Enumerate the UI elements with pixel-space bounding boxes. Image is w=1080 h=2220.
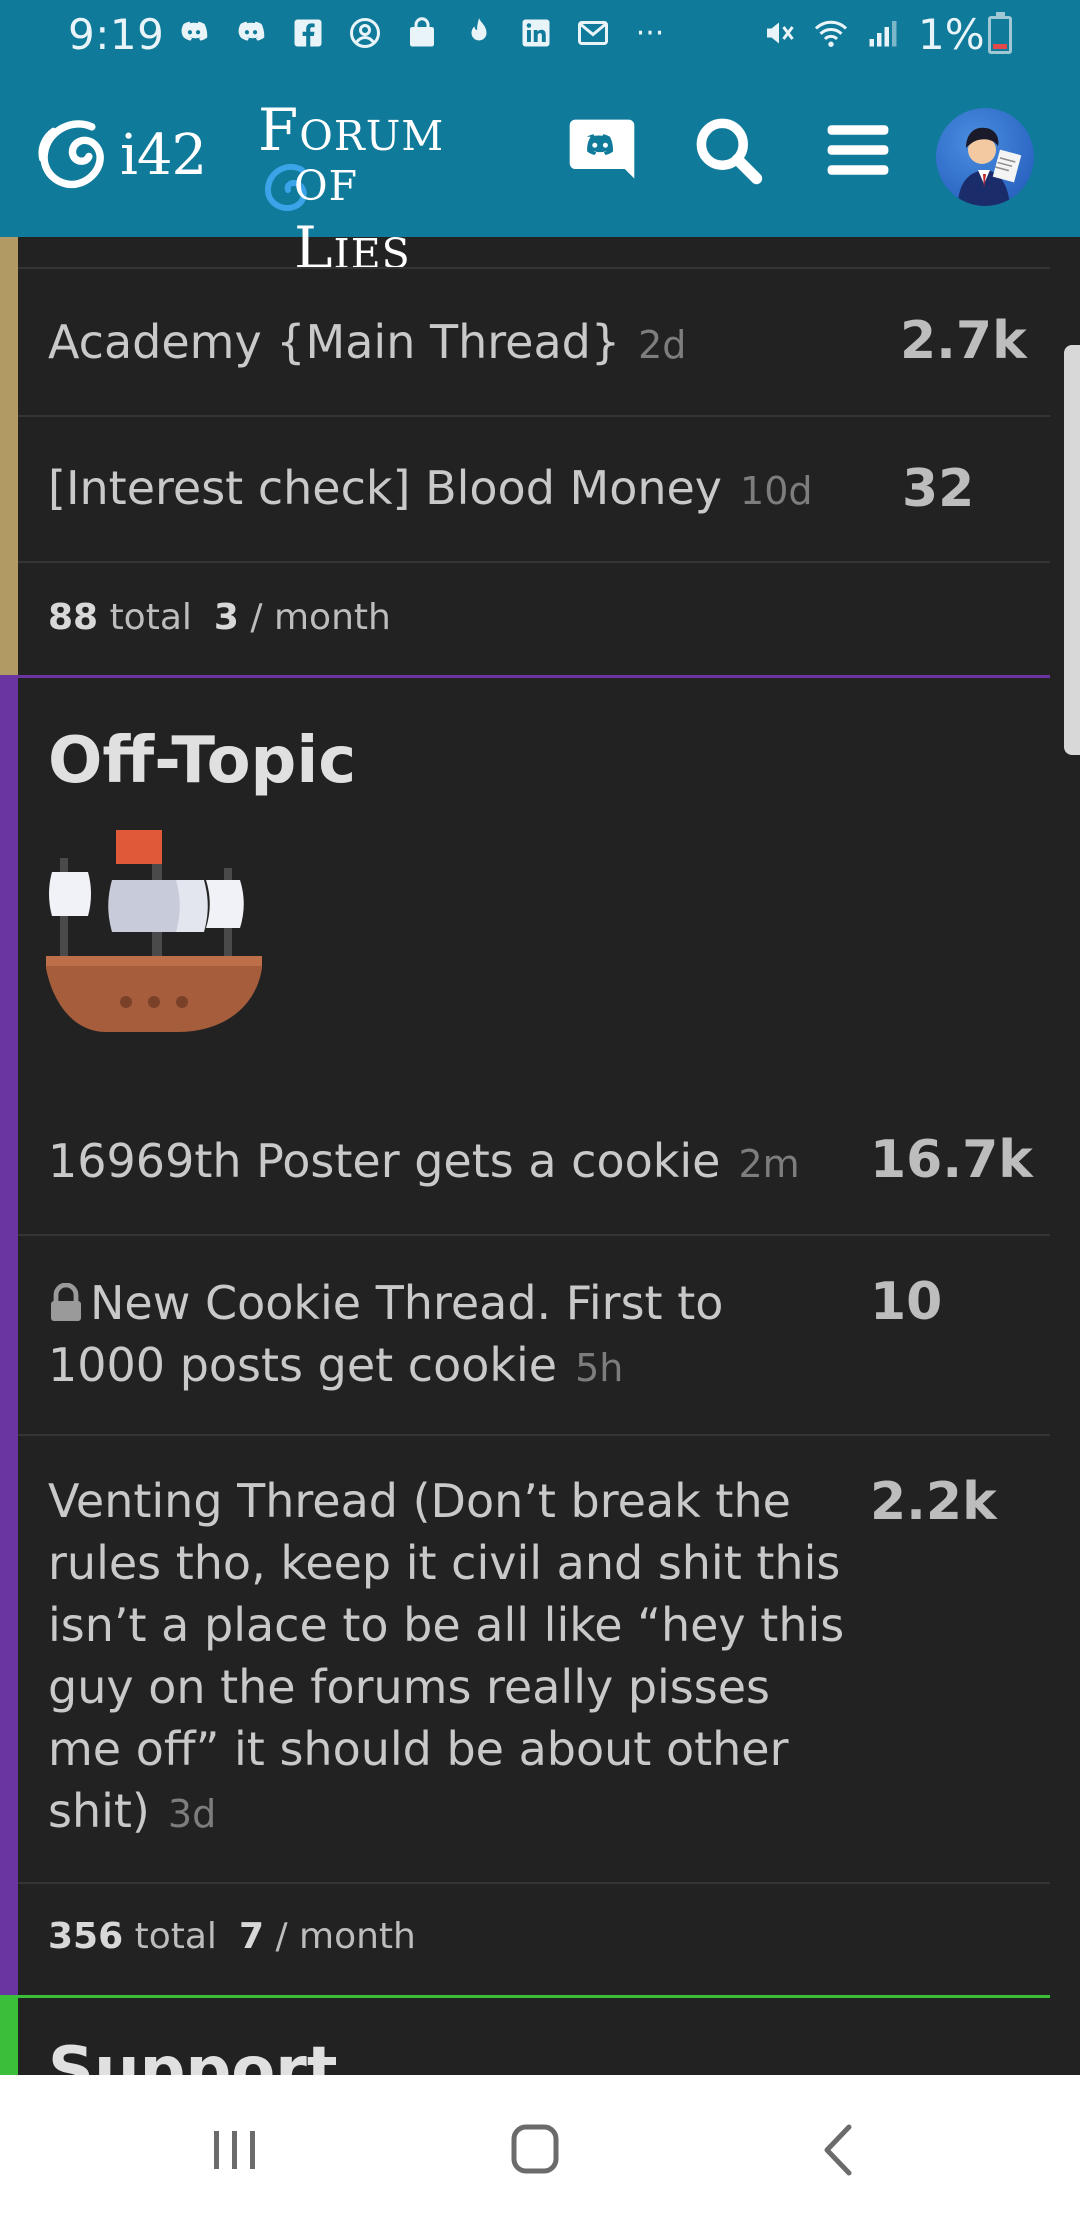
- category-stats: 88 total 3 / month: [48, 597, 391, 638]
- status-bar: 9:19 ··· 1%: [0, 0, 1080, 72]
- mute-icon: [760, 14, 798, 52]
- topic-post-count: 2.2k: [870, 1472, 997, 1532]
- topic-row[interactable]: Academy {Main Thread} 2d 2.7k: [18, 269, 1050, 417]
- back-button[interactable]: [805, 2115, 875, 2185]
- more-dots-icon: ···: [635, 15, 665, 51]
- system-icons: [760, 14, 916, 52]
- topic-post-count: 16.7k: [870, 1130, 1033, 1190]
- user-avatar[interactable]: [936, 108, 1034, 206]
- topic-post-count: 10: [870, 1272, 943, 1332]
- tinder-icon: [460, 14, 498, 52]
- topic-row[interactable]: New Cookie Thread. First to 1000 posts g…: [18, 1236, 1050, 1436]
- gmail-icon: [574, 14, 612, 52]
- battery-percent: 1%: [918, 10, 985, 59]
- topic-row[interactable]: 16969th Poster gets a cookie 2m 16.7k: [18, 1090, 1050, 1236]
- discord-button[interactable]: [562, 110, 642, 190]
- home-button[interactable]: [500, 2115, 570, 2185]
- facebook-icon: [289, 14, 327, 52]
- topic-age: 3d: [167, 1792, 217, 1836]
- battery-icon: [988, 12, 1012, 54]
- scrollbar[interactable]: [1064, 345, 1080, 755]
- ship-icon: [46, 830, 268, 1052]
- topic-post-count: 32: [902, 459, 975, 519]
- lawyer-avatar-icon: [958, 127, 1022, 206]
- hamburger-menu-icon: [827, 125, 889, 175]
- topic-age: 2m: [738, 1142, 800, 1186]
- back-chevron-icon: [824, 2124, 852, 2176]
- category-stats: 356 total 7 / month: [48, 1916, 416, 1957]
- topic-age: 2d: [638, 323, 687, 367]
- topic-age: 10d: [740, 469, 813, 513]
- category-stripe: [0, 237, 18, 675]
- recent-apps-icon: [214, 2131, 255, 2169]
- recent-apps-button[interactable]: [200, 2115, 270, 2185]
- topic-age: 5h: [575, 1346, 624, 1390]
- discord-icon: [232, 14, 270, 52]
- i42-logo[interactable]: i42: [32, 110, 232, 200]
- forum-of-lies-logo[interactable]: Forum of Lies: [258, 96, 488, 282]
- category-support: Support: [0, 1995, 1050, 2075]
- notification-icons: ···: [175, 14, 688, 52]
- signal-icon: [864, 14, 902, 52]
- messenger-icon: [346, 14, 384, 52]
- topic-title[interactable]: 16969th Poster gets a cookie 2m: [48, 1130, 800, 1195]
- category-title[interactable]: Support: [48, 2034, 337, 2075]
- search-button[interactable]: [688, 110, 768, 190]
- discord-icon: [175, 14, 213, 52]
- lock-icon: [48, 1276, 84, 1321]
- category-stripe: [0, 675, 18, 1995]
- topic-title[interactable]: [Interest check] Blood Money 10d: [48, 457, 813, 522]
- search-icon: [696, 118, 763, 185]
- discord-icon: [569, 119, 635, 179]
- i42-logo-text: i42: [120, 122, 207, 188]
- linkedin-icon: [517, 14, 555, 52]
- topic-title[interactable]: New Cookie Thread. First to 1000 posts g…: [48, 1272, 723, 1399]
- topic-row[interactable]: [Interest check] Blood Money 10d 32: [18, 417, 1050, 563]
- topic-row[interactable]: Venting Thread (Don’t break the rules th…: [18, 1436, 1050, 1884]
- category-off-topic: Off-Topic 16969th Poster gets a cookie 2m…: [0, 675, 1050, 1995]
- category-stripe: [0, 1998, 18, 2075]
- topic-title[interactable]: Academy {Main Thread} 2d: [48, 311, 686, 376]
- shopping-bag-icon: [403, 14, 441, 52]
- wifi-icon: [812, 14, 850, 52]
- hamburger-menu-button[interactable]: [818, 110, 898, 190]
- topic-post-count: 2.7k: [900, 311, 1027, 371]
- status-time: 9:19: [68, 10, 165, 59]
- category-academy: Academy {Main Thread} 2d 2.7k [Interest c…: [0, 237, 1050, 675]
- category-title[interactable]: Off-Topic: [48, 724, 356, 798]
- android-nav-bar: [0, 2075, 1080, 2220]
- topic-title[interactable]: Venting Thread (Don’t break the rules th…: [48, 1470, 844, 1845]
- home-icon: [511, 2124, 559, 2174]
- swirl-logo-icon: [38, 120, 104, 189]
- site-header: i42 Forum of Lies: [0, 72, 1080, 282]
